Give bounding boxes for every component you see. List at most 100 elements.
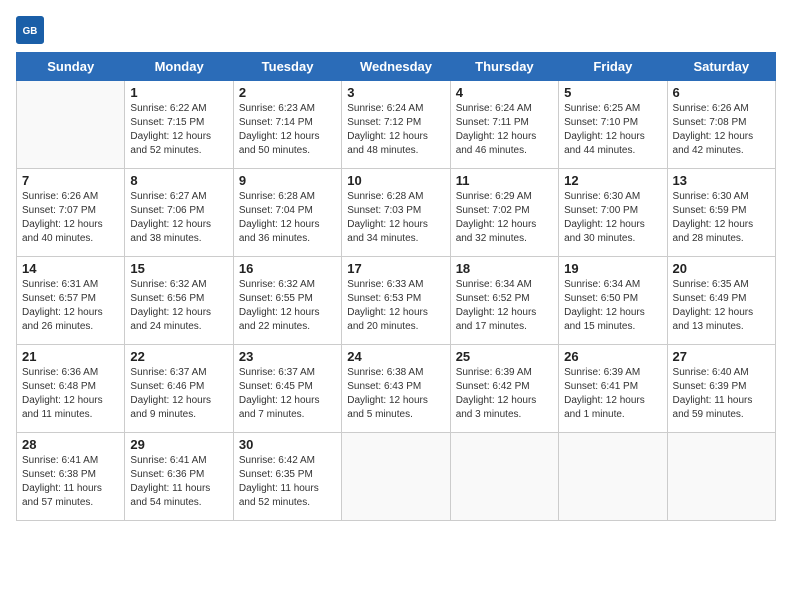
calendar-cell: 21Sunrise: 6:36 AMSunset: 6:48 PMDayligh…	[17, 345, 125, 433]
day-number: 28	[22, 437, 119, 452]
calendar-cell: 24Sunrise: 6:38 AMSunset: 6:43 PMDayligh…	[342, 345, 450, 433]
day-number: 13	[673, 173, 770, 188]
calendar-cell: 26 Sunrise: 6:39 AMSunset: 6:41 PMDayligh…	[559, 345, 667, 433]
calendar-cell: 5 Sunrise: 6:25 AMSunset: 7:10 PMDaylight…	[559, 81, 667, 169]
calendar-cell: 18 Sunrise: 6:34 AMSunset: 6:52 PMDayligh…	[450, 257, 558, 345]
day-number: 21	[22, 349, 119, 364]
calendar-week-2: 7 Sunrise: 6:26 AMSunset: 7:07 PMDaylight…	[17, 169, 776, 257]
day-number: 16	[239, 261, 336, 276]
calendar-cell: 11Sunrise: 6:29 AMSunset: 7:02 PMDayligh…	[450, 169, 558, 257]
calendar-week-4: 21Sunrise: 6:36 AMSunset: 6:48 PMDayligh…	[17, 345, 776, 433]
day-info: Sunrise: 6:32 AMSunset: 6:56 PMDaylight:…	[130, 278, 227, 334]
day-info: Sunrise: 6:39 AMSunset: 6:41 PMDaylight:…	[564, 366, 661, 422]
day-info: Sunrise: 6:39 AMSunset: 6:42 PMDaylight:…	[456, 366, 553, 422]
calendar-cell: 29 Sunrise: 6:41 AMSunset: 6:36 PMDayligh…	[125, 433, 233, 521]
day-info: Sunrise: 6:42 AMSunset: 6:35 PMDaylight:…	[239, 454, 336, 510]
day-number: 7	[22, 173, 119, 188]
calendar-cell: 7 Sunrise: 6:26 AMSunset: 7:07 PMDaylight…	[17, 169, 125, 257]
day-info: Sunrise: 6:24 AMSunset: 7:11 PMDaylight:…	[456, 102, 553, 158]
day-info: Sunrise: 6:34 AMSunset: 6:50 PMDaylight:…	[564, 278, 661, 334]
calendar-cell: 14Sunrise: 6:31 AMSunset: 6:57 PMDayligh…	[17, 257, 125, 345]
day-number: 15	[130, 261, 227, 276]
day-header-monday: Monday	[125, 53, 233, 81]
svg-text:GB: GB	[23, 26, 38, 37]
day-info: Sunrise: 6:22 AMSunset: 7:15 PMDaylight:…	[130, 102, 227, 158]
calendar-cell: 19 Sunrise: 6:34 AMSunset: 6:50 PMDayligh…	[559, 257, 667, 345]
day-number: 30	[239, 437, 336, 452]
day-number: 27	[673, 349, 770, 364]
day-info: Sunrise: 6:28 AMSunset: 7:04 PMDaylight:…	[239, 190, 336, 246]
day-info: Sunrise: 6:41 AMSunset: 6:36 PMDaylight:…	[130, 454, 227, 510]
calendar-week-3: 14Sunrise: 6:31 AMSunset: 6:57 PMDayligh…	[17, 257, 776, 345]
day-number: 20	[673, 261, 770, 276]
day-header-thursday: Thursday	[450, 53, 558, 81]
calendar-cell	[450, 433, 558, 521]
calendar-cell: 6 Sunrise: 6:26 AMSunset: 7:08 PMDaylight…	[667, 81, 775, 169]
header-row: SundayMondayTuesdayWednesdayThursdayFrid…	[17, 53, 776, 81]
day-number: 22	[130, 349, 227, 364]
day-number: 17	[347, 261, 444, 276]
calendar-cell	[342, 433, 450, 521]
day-number: 18	[456, 261, 553, 276]
day-header-wednesday: Wednesday	[342, 53, 450, 81]
day-info: Sunrise: 6:26 AMSunset: 7:08 PMDaylight:…	[673, 102, 770, 158]
day-number: 8	[130, 173, 227, 188]
logo-icon: GB	[16, 16, 44, 44]
calendar-cell	[667, 433, 775, 521]
calendar-cell: 17 Sunrise: 6:33 AMSunset: 6:53 PMDayligh…	[342, 257, 450, 345]
day-info: Sunrise: 6:24 AMSunset: 7:12 PMDaylight:…	[347, 102, 444, 158]
calendar-cell: 23 Sunrise: 6:37 AMSunset: 6:45 PMDayligh…	[233, 345, 341, 433]
day-info: Sunrise: 6:32 AMSunset: 6:55 PMDaylight:…	[239, 278, 336, 334]
logo: GB	[16, 16, 48, 44]
calendar-week-5: 28Sunrise: 6:41 AMSunset: 6:38 PMDayligh…	[17, 433, 776, 521]
day-info: Sunrise: 6:34 AMSunset: 6:52 PMDaylight:…	[456, 278, 553, 334]
calendar-cell	[17, 81, 125, 169]
calendar-cell: 12 Sunrise: 6:30 AMSunset: 7:00 PMDayligh…	[559, 169, 667, 257]
calendar-cell: 1 Sunrise: 6:22 AMSunset: 7:15 PMDaylight…	[125, 81, 233, 169]
day-number: 26	[564, 349, 661, 364]
calendar-cell: 13Sunrise: 6:30 AMSunset: 6:59 PMDayligh…	[667, 169, 775, 257]
calendar-cell: 22 Sunrise: 6:37 AMSunset: 6:46 PMDayligh…	[125, 345, 233, 433]
day-number: 10	[347, 173, 444, 188]
day-header-tuesday: Tuesday	[233, 53, 341, 81]
calendar-cell: 30 Sunrise: 6:42 AMSunset: 6:35 PMDayligh…	[233, 433, 341, 521]
day-number: 5	[564, 85, 661, 100]
day-number: 4	[456, 85, 553, 100]
day-info: Sunrise: 6:37 AMSunset: 6:45 PMDaylight:…	[239, 366, 336, 422]
day-number: 12	[564, 173, 661, 188]
day-number: 14	[22, 261, 119, 276]
day-info: Sunrise: 6:35 AMSunset: 6:49 PMDaylight:…	[673, 278, 770, 334]
day-info: Sunrise: 6:26 AMSunset: 7:07 PMDaylight:…	[22, 190, 119, 246]
day-number: 19	[564, 261, 661, 276]
day-header-friday: Friday	[559, 53, 667, 81]
day-info: Sunrise: 6:29 AMSunset: 7:02 PMDaylight:…	[456, 190, 553, 246]
day-number: 1	[130, 85, 227, 100]
calendar-cell: 9 Sunrise: 6:28 AMSunset: 7:04 PMDaylight…	[233, 169, 341, 257]
day-number: 25	[456, 349, 553, 364]
calendar-week-1: 1 Sunrise: 6:22 AMSunset: 7:15 PMDaylight…	[17, 81, 776, 169]
calendar-cell: 16 Sunrise: 6:32 AMSunset: 6:55 PMDayligh…	[233, 257, 341, 345]
day-info: Sunrise: 6:28 AMSunset: 7:03 PMDaylight:…	[347, 190, 444, 246]
day-info: Sunrise: 6:37 AMSunset: 6:46 PMDaylight:…	[130, 366, 227, 422]
day-number: 9	[239, 173, 336, 188]
calendar-cell: 28Sunrise: 6:41 AMSunset: 6:38 PMDayligh…	[17, 433, 125, 521]
day-info: Sunrise: 6:33 AMSunset: 6:53 PMDaylight:…	[347, 278, 444, 334]
calendar-cell: 4 Sunrise: 6:24 AMSunset: 7:11 PMDaylight…	[450, 81, 558, 169]
day-info: Sunrise: 6:25 AMSunset: 7:10 PMDaylight:…	[564, 102, 661, 158]
calendar-cell: 8 Sunrise: 6:27 AMSunset: 7:06 PMDaylight…	[125, 169, 233, 257]
day-info: Sunrise: 6:27 AMSunset: 7:06 PMDaylight:…	[130, 190, 227, 246]
day-number: 23	[239, 349, 336, 364]
calendar-table: SundayMondayTuesdayWednesdayThursdayFrid…	[16, 52, 776, 521]
calendar-cell: 10 Sunrise: 6:28 AMSunset: 7:03 PMDayligh…	[342, 169, 450, 257]
calendar-cell	[559, 433, 667, 521]
day-number: 29	[130, 437, 227, 452]
calendar-cell: 3Sunrise: 6:24 AMSunset: 7:12 PMDaylight…	[342, 81, 450, 169]
day-info: Sunrise: 6:40 AMSunset: 6:39 PMDaylight:…	[673, 366, 770, 422]
calendar-cell: 25 Sunrise: 6:39 AMSunset: 6:42 PMDayligh…	[450, 345, 558, 433]
day-number: 6	[673, 85, 770, 100]
calendar-cell: 2Sunrise: 6:23 AMSunset: 7:14 PMDaylight…	[233, 81, 341, 169]
calendar-cell: 15 Sunrise: 6:32 AMSunset: 6:56 PMDayligh…	[125, 257, 233, 345]
header-area: GB	[16, 16, 776, 44]
day-info: Sunrise: 6:30 AMSunset: 7:00 PMDaylight:…	[564, 190, 661, 246]
day-number: 24	[347, 349, 444, 364]
